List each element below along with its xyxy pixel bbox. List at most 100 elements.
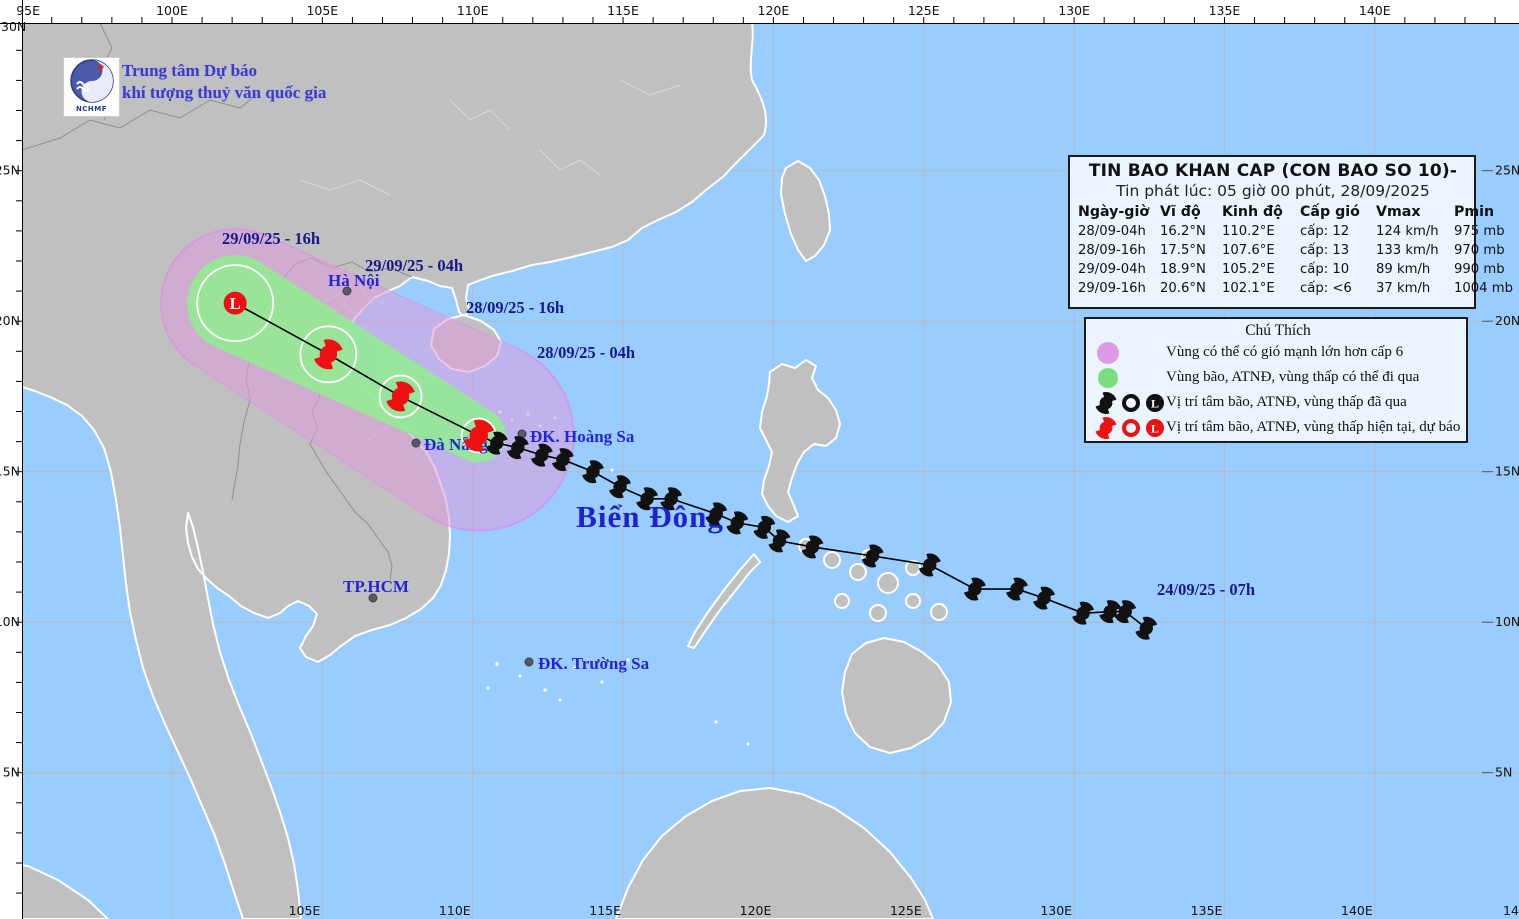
bulletin-cell: 29/09-04h	[1078, 260, 1154, 279]
axis-label-right: 20N	[1495, 313, 1519, 328]
bulletin-cell: 105.2°E	[1222, 260, 1294, 279]
green-zone-icon	[1094, 366, 1120, 390]
axis-label-left: 25N	[0, 163, 20, 178]
axis-label-bottom: 125E	[890, 903, 922, 918]
axis-label-corner-partial: 14	[1503, 903, 1519, 918]
bulletin-cell: 990 mb	[1454, 260, 1500, 279]
bulletin-column-header: Kinh độ	[1222, 203, 1294, 222]
axis-label-right: 10N	[1495, 614, 1519, 629]
axis-label-bottom: 135E	[1191, 903, 1223, 918]
nchmf-logo: NCHMF	[63, 57, 120, 117]
bulletin-table-header: Ngày-giờVĩ độKinh độCấp gióVmaxPmin	[1078, 203, 1468, 222]
bulletin-cell: cấp: 12	[1300, 222, 1370, 241]
axis-label-left: 20N	[0, 313, 20, 328]
axis-label-top: 140E	[1359, 3, 1391, 18]
bulletin-cell: 37 km/h	[1376, 279, 1448, 298]
axis-label-left-partial: 30N	[1, 19, 26, 34]
left-axis-margin	[0, 0, 22, 919]
axis-label-right: 25N	[1495, 163, 1519, 178]
track-date-label: 29/09/25 - 04h	[365, 256, 463, 275]
axis-label-top: 100E	[156, 3, 188, 18]
dissipation-L-letter: L	[230, 294, 241, 313]
axis-label-left: 10N	[0, 614, 20, 629]
pink-zone-icon	[1094, 341, 1120, 365]
storm-bulletin-box: TIN BAO KHAN CAP (CON BAO SO 10)- Tin ph…	[1068, 155, 1476, 309]
bulletin-column-header: Vĩ độ	[1160, 203, 1216, 222]
legend-box: Chú Thích Vùng có thể có gió mạnh lớn hơ…	[1084, 317, 1468, 443]
bulletin-cell: 124 km/h	[1376, 222, 1448, 241]
bulletin-column-header: Cấp gió	[1300, 203, 1370, 222]
bulletin-cell: 970 mb	[1454, 241, 1500, 260]
bulletin-cell: 20.6°N	[1160, 279, 1216, 298]
bulletin-cell: cấp: 10	[1300, 260, 1370, 279]
svg-text:L: L	[1151, 421, 1159, 435]
legend-item-forecast-positions: L Vị trí tâm bão, ATNĐ, vùng thấp hiện t…	[1094, 415, 1462, 440]
axis-label-top-partial: 95E	[16, 3, 40, 18]
bulletin-cell: 29/09-16h	[1078, 279, 1154, 298]
bulletin-column-header: Pmin	[1454, 203, 1500, 222]
bulletin-cell: 89 km/h	[1376, 260, 1448, 279]
bulletin-table: Ngày-giờVĩ độKinh độCấp gióVmaxPmin 28/0…	[1078, 203, 1468, 298]
city-label: ĐK. Hoàng Sa	[530, 427, 635, 446]
axis-label-top: 110E	[457, 3, 489, 18]
bulletin-column-header: Vmax	[1376, 203, 1448, 222]
bulletin-cell: 18.9°N	[1160, 260, 1216, 279]
bulletin-cell: 975 mb	[1454, 222, 1500, 241]
bulletin-issued-time: Tin phát lúc: 05 giờ 00 phút, 28/09/2025	[1078, 182, 1468, 200]
legend-item-label: Vùng có thể có gió mạnh lớn hơn cấp 6	[1166, 344, 1403, 361]
axis-label-bottom: 120E	[740, 903, 772, 918]
axis-label-top: 125E	[908, 3, 940, 18]
bulletin-cell: 102.1°E	[1222, 279, 1294, 298]
bulletin-forecast-row: 29/09-04h18.9°N105.2°Ecấp: 1089 km/h990 …	[1078, 260, 1468, 279]
svg-text:L: L	[1151, 396, 1159, 410]
black-circle-icon	[1121, 390, 1141, 416]
black-L-icon: L	[1144, 390, 1166, 416]
red-cyclone-icon	[1094, 415, 1118, 441]
track-date-label: 28/09/25 - 16h	[466, 298, 564, 317]
agency-credit-line1: Trung tâm Dự báo	[122, 60, 326, 82]
bulletin-cell: cấp: 13	[1300, 241, 1370, 260]
nchmf-logo-text: NCHMF	[76, 105, 107, 113]
legend-item-label: Vùng bão, ATNĐ, vùng thấp có thể đi qua	[1166, 369, 1419, 386]
legend-item-green-zone: Vùng bão, ATNĐ, vùng thấp có thể đi qua	[1094, 365, 1462, 390]
axis-label-left: 15N	[0, 464, 20, 479]
axis-label-bottom: 115E	[589, 903, 621, 918]
axis-label-top: 120E	[758, 3, 790, 18]
axis-label-top: 135E	[1209, 3, 1241, 18]
bulletin-cell: 107.6°E	[1222, 241, 1294, 260]
axis-label-right: 15N	[1495, 464, 1519, 479]
bulletin-cell: cấp: <6	[1300, 279, 1370, 298]
axis-label-bottom: 130E	[1040, 903, 1072, 918]
red-circle-icon	[1121, 415, 1141, 441]
bulletin-cell: 110.2°E	[1222, 222, 1294, 241]
bulletin-column-header: Ngày-giờ	[1078, 203, 1154, 222]
bulletin-cell: 28/09-04h	[1078, 222, 1154, 241]
bulletin-forecast-row: 29/09-16h20.6°N102.1°Ecấp: <637 km/h1004…	[1078, 279, 1468, 298]
bulletin-table-rows: 28/09-04h16.2°N110.2°Ecấp: 12124 km/h975…	[1078, 222, 1468, 298]
legend-title: Chú Thích	[1094, 322, 1462, 340]
city-label: ĐK. Trường Sa	[538, 654, 650, 673]
bulletin-cell: 133 km/h	[1376, 241, 1448, 260]
axis-label-top: 130E	[1058, 3, 1090, 18]
city-dot	[525, 658, 533, 666]
bulletin-cell: 28/09-16h	[1078, 241, 1154, 260]
legend-item-label: Vị trí tâm bão, ATNĐ, vùng thấp hiện tại…	[1166, 419, 1460, 436]
city-dot	[412, 439, 420, 447]
bulletin-forecast-row: 28/09-16h17.5°N107.6°Ecấp: 13133 km/h970…	[1078, 241, 1468, 260]
axis-label-bottom: 110E	[439, 903, 471, 918]
red-L-icon: L	[1144, 415, 1166, 441]
axis-label-bottom: 140E	[1341, 903, 1373, 918]
track-date-label: 24/09/25 - 07h	[1157, 580, 1255, 599]
axis-label-top: 115E	[607, 3, 639, 18]
agency-credit: Trung tâm Dự báo khí tượng thuỷ văn quốc…	[122, 60, 326, 104]
nchmf-logo-emblem	[69, 58, 115, 104]
track-date-label: 29/09/25 - 16h	[222, 229, 320, 248]
legend-item-label: Vị trí tâm bão, ATNĐ, vùng thấp đã qua	[1166, 394, 1407, 411]
agency-credit-line2: khí tượng thuỷ văn quốc gia	[122, 82, 326, 104]
axis-label-right: 5N	[1495, 765, 1512, 780]
black-cyclone-icon	[1094, 390, 1118, 416]
legend-item-past-positions: L Vị trí tâm bão, ATNĐ, vùng thấp đã qua	[1094, 390, 1462, 415]
city-label: TP.HCM	[343, 577, 409, 596]
track-date-label: 28/09/25 - 04h	[537, 343, 635, 362]
axis-label-top: 105E	[306, 3, 338, 18]
